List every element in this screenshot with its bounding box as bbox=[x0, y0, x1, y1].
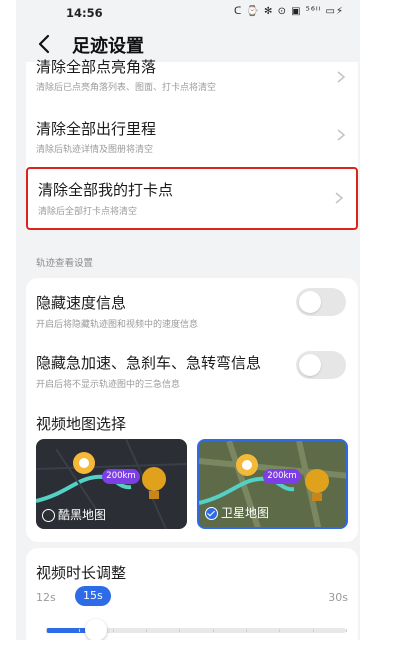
clear-mileage-row[interactable]: 清除全部出行里程 清除后轨迹详情及图册将清空 bbox=[26, 110, 358, 160]
chevron-right-icon bbox=[336, 128, 346, 142]
track-view-card: 隐藏速度信息 开启后将隐藏轨迹图和视频中的速度信息 隐藏急加速、急刹车、急转弯信… bbox=[26, 278, 358, 542]
hide-events-row: 隐藏急加速、急刹车、急转弯信息 开启后将不显示轨迹图中的三急信息 bbox=[26, 340, 358, 396]
status-bar: 14:56 ᑕ ⌚ ✻ ⊙ ▣ ⁵⁶ᴵˡ ▭⚡ bbox=[16, 0, 360, 26]
hide-events-toggle[interactable] bbox=[296, 351, 346, 379]
hide-speed-toggle[interactable] bbox=[296, 288, 346, 316]
row-subtitle: 清除后全部打卡点将清空 bbox=[38, 207, 138, 217]
row-title: 清除全部点亮角落 bbox=[36, 58, 157, 76]
distance-badge: 200km bbox=[102, 469, 140, 484]
row-subtitle: 清除后轨迹详情及图册将清空 bbox=[36, 145, 154, 155]
slider-tick bbox=[112, 629, 114, 632]
duration-value-bubble: 15s bbox=[75, 586, 111, 606]
slider-tick bbox=[312, 629, 314, 632]
dark-map-radio bbox=[42, 509, 55, 522]
chevron-right-icon bbox=[336, 70, 346, 84]
toggle-knob bbox=[299, 291, 321, 313]
row-title: 隐藏速度信息 bbox=[36, 294, 127, 312]
satellite-map-option[interactable]: 200km 卫星地图 bbox=[197, 439, 348, 529]
distance-badge: 200km bbox=[263, 469, 301, 484]
duration-slider-thumb[interactable] bbox=[85, 619, 107, 640]
row-subtitle: 开启后将隐藏轨迹图和视频中的速度信息 bbox=[36, 320, 199, 330]
dark-map-option[interactable]: 200km 酷黑地图 bbox=[36, 439, 187, 529]
slider-tick bbox=[279, 629, 281, 632]
chevron-right-icon bbox=[334, 191, 344, 205]
duration-card: 视频时长调整 12s 30s 15s bbox=[26, 548, 358, 640]
slider-tick bbox=[46, 629, 47, 632]
duration-title: 视频时长调整 bbox=[36, 564, 127, 582]
slider-tick bbox=[146, 629, 147, 632]
section-label: 轨迹查看设置 bbox=[36, 258, 94, 269]
page-title: 足迹设置 bbox=[72, 36, 144, 57]
duration-max-label: 30s bbox=[328, 591, 348, 604]
row-title: 清除全部出行里程 bbox=[36, 120, 157, 138]
hide-speed-row: 隐藏速度信息 开启后将隐藏轨迹图和视频中的速度信息 bbox=[26, 278, 358, 334]
row-subtitle: 开启后将不显示轨迹图中的三急信息 bbox=[36, 380, 181, 390]
status-icons: ᑕ ⌚ ✻ ⊙ ▣ ⁵⁶ᴵˡ ▭⚡ bbox=[233, 6, 344, 17]
row-title: 隐藏急加速、急刹车、急转弯信息 bbox=[36, 354, 262, 372]
map-choice-title: 视频地图选择 bbox=[36, 415, 127, 433]
satellite-map-radio bbox=[205, 507, 218, 520]
phone-screen: 14:56 ᑕ ⌚ ✻ ⊙ ▣ ⁵⁶ᴵˡ ▭⚡ 足迹设置 清除全部点亮角落 清除… bbox=[16, 0, 360, 640]
back-arrow-icon bbox=[38, 34, 50, 54]
clear-checkins-row[interactable]: 清除全部我的打卡点 清除后全部打卡点将清空 bbox=[26, 167, 358, 230]
slider-tick bbox=[212, 629, 214, 632]
map-option-label: 卫星地图 bbox=[221, 506, 270, 520]
back-button[interactable] bbox=[34, 32, 56, 56]
duration-min-label: 12s bbox=[36, 591, 56, 604]
status-time: 14:56 bbox=[66, 6, 103, 20]
row-title: 清除全部我的打卡点 bbox=[38, 181, 174, 199]
slider-tick bbox=[79, 629, 81, 632]
slider-tick bbox=[246, 629, 247, 632]
slider-tick bbox=[179, 629, 181, 632]
slider-tick bbox=[346, 629, 347, 632]
clear-corners-row[interactable]: 清除全部点亮角落 清除后已点亮角落列表、图面、打卡点将清空 bbox=[26, 58, 358, 100]
row-subtitle: 清除后已点亮角落列表、图面、打卡点将清空 bbox=[36, 83, 217, 93]
toggle-knob bbox=[299, 354, 321, 376]
map-option-label: 酷黑地图 bbox=[58, 508, 107, 522]
